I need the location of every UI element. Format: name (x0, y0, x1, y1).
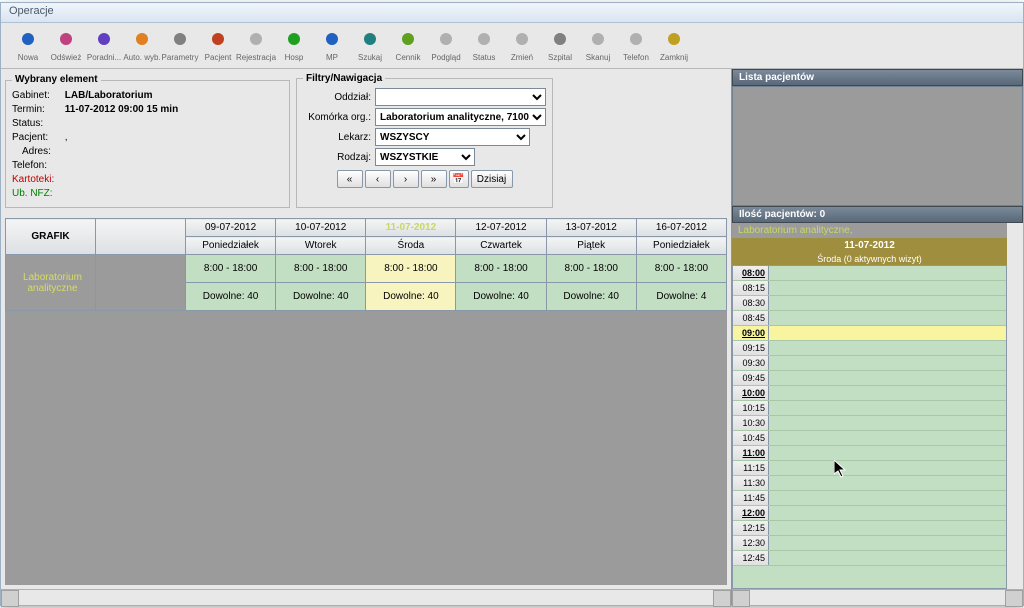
autowyb-button[interactable]: Auto. wyb. (123, 25, 161, 67)
time-slot[interactable]: 10:00 (733, 386, 1006, 401)
time-slot[interactable]: 12:45 (733, 551, 1006, 566)
time-slot[interactable]: 09:15 (733, 341, 1006, 356)
window-title: Operacje (9, 5, 54, 17)
mp-button[interactable]: MP (313, 25, 351, 67)
time-slot[interactable]: 11:15 (733, 461, 1006, 476)
podglad-button[interactable]: Podgląd (427, 25, 465, 67)
schedule-grid[interactable]: GRAFIK09-07-201210-07-201211-07-201212-0… (5, 218, 727, 585)
lekarz-select[interactable]: WSZYSCY (375, 128, 530, 146)
time-slot[interactable]: 12:00 (733, 506, 1006, 521)
window-titlebar: Operacje (1, 3, 1023, 23)
odswiez-button[interactable]: Odśwież (47, 25, 85, 67)
time-slots[interactable]: 08:0008:1508:3008:4509:0009:1509:3009:45… (732, 265, 1007, 589)
time-slot[interactable]: 09:30 (733, 356, 1006, 371)
filters-panel: Filtry/Nawigacja Oddział: Komórka org.:L… (296, 73, 553, 208)
nowa-button[interactable]: Nowa (9, 25, 47, 67)
time-slot[interactable]: 09:00 (733, 326, 1006, 341)
hosp-button[interactable]: Hosp (275, 25, 313, 67)
nav-next-day-button[interactable]: › (393, 170, 419, 188)
nav-prev-week-button[interactable]: « (337, 170, 363, 188)
cennik-button[interactable]: Cennik (389, 25, 427, 67)
filters-title: Filtry/Nawigacja (303, 73, 385, 84)
rejestracja-button[interactable]: Rejestracja (237, 25, 275, 67)
pacjent-button[interactable]: Pacjent (199, 25, 237, 67)
time-slot[interactable]: 10:15 (733, 401, 1006, 416)
slots-horizontal-scrollbar[interactable] (732, 589, 1023, 605)
time-slot[interactable]: 10:30 (733, 416, 1006, 431)
time-slot[interactable]: 08:15 (733, 281, 1006, 296)
status-button[interactable]: Status (465, 25, 503, 67)
time-slot[interactable]: 08:00 (733, 266, 1006, 281)
oddzial-select[interactable] (375, 88, 546, 106)
time-slot[interactable]: 12:15 (733, 521, 1006, 536)
time-slot[interactable]: 09:45 (733, 371, 1006, 386)
schedule-date-header: 11-07-2012 (732, 238, 1007, 253)
patient-list-box[interactable] (732, 86, 1023, 206)
nav-next-week-button[interactable]: » (421, 170, 447, 188)
selected-element-title: Wybrany element (12, 73, 101, 87)
time-slot[interactable]: 08:30 (733, 296, 1006, 311)
zmien-button[interactable]: Zmień (503, 25, 541, 67)
schedule-date-sub: Środa (0 aktywnych wizyt) (732, 253, 1007, 265)
telefon-button[interactable]: Telefon (617, 25, 655, 67)
patient-count-bar: Ilość pacjentów: 0 (732, 206, 1023, 223)
horizontal-scrollbar[interactable] (1, 589, 731, 605)
calendar-button[interactable]: 📅 (449, 170, 469, 188)
time-slot[interactable]: 11:45 (733, 491, 1006, 506)
slots-scrollbar-top[interactable] (1007, 223, 1023, 265)
nav-prev-day-button[interactable]: ‹ (365, 170, 391, 188)
time-slot[interactable]: 10:45 (733, 431, 1006, 446)
time-slot[interactable]: 11:30 (733, 476, 1006, 491)
skanuj-button[interactable]: Skanuj (579, 25, 617, 67)
szukaj-button[interactable]: Szukaj (351, 25, 389, 67)
rodzaj-select[interactable]: WSZYSTKIE (375, 148, 475, 166)
time-slot[interactable]: 12:30 (733, 536, 1006, 551)
poradnie-button[interactable]: Poradni... (85, 25, 123, 67)
parametry-button[interactable]: Parametry (161, 25, 199, 67)
komorka-select[interactable]: Laboratorium analityczne, 7100 (375, 108, 546, 126)
szpital-button[interactable]: Szpital (541, 25, 579, 67)
main-toolbar: NowaOdświeżPoradni...Auto. wyb.Parametry… (1, 23, 1023, 69)
selected-element-panel: Wybrany element Gabinet: LAB/Laboratoriu… (5, 73, 290, 208)
today-button[interactable]: Dzisiaj (471, 170, 513, 188)
time-slot[interactable]: 11:00 (733, 446, 1006, 461)
schedule-lab-label: Laboratorium analityczne, (732, 223, 1007, 238)
patient-list-header: Lista pacjentów (732, 69, 1023, 86)
slots-scrollbar[interactable] (1007, 265, 1023, 589)
zamknij-button[interactable]: Zamknij (655, 25, 693, 67)
time-slot[interactable]: 08:45 (733, 311, 1006, 326)
